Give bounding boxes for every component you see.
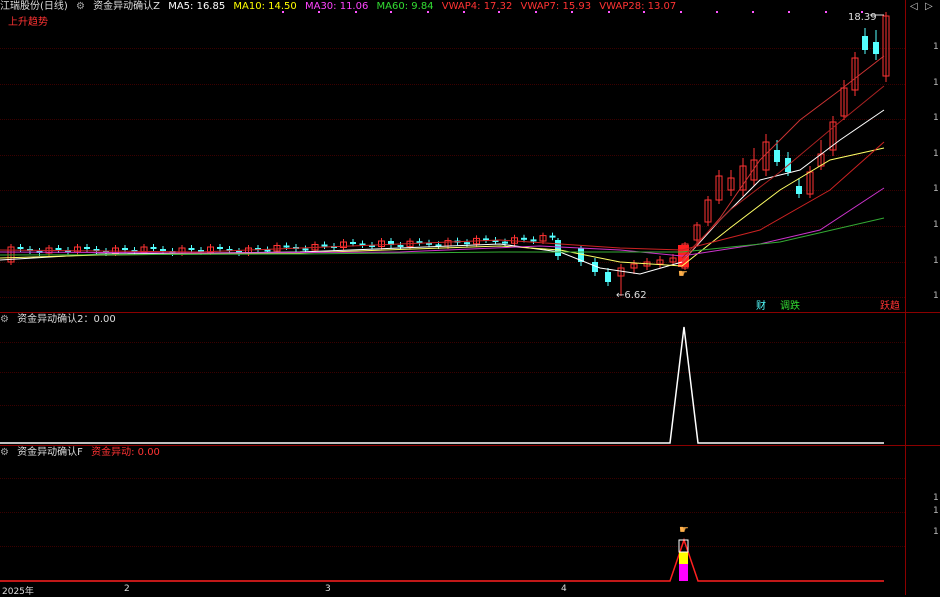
x-axis-label: 4 <box>561 584 567 594</box>
marker-dot <box>571 11 573 13</box>
marker-dot <box>463 11 465 13</box>
indicator-line <box>0 327 884 443</box>
candle-body <box>322 245 328 247</box>
candle-body <box>151 247 157 249</box>
ma60-line <box>0 218 884 255</box>
candle-body <box>550 236 556 238</box>
candle-body <box>774 150 780 162</box>
candle-body <box>555 240 561 256</box>
marker-dot <box>318 11 320 13</box>
x-axis-label: 2 <box>124 584 130 594</box>
candle-body <box>189 248 195 250</box>
signal-label: 财 <box>756 301 766 313</box>
marker-dot <box>752 11 754 13</box>
panel3-title[interactable]: 资金异动确认F <box>17 447 83 458</box>
signal-bar-yellow <box>679 552 688 564</box>
marker-dot <box>716 11 718 13</box>
marker-dot <box>427 11 429 13</box>
vwap7-line <box>682 86 884 258</box>
marker-dot <box>535 11 537 13</box>
candle-body <box>873 42 879 54</box>
candle-body <box>502 242 508 244</box>
vwap4-line <box>682 56 884 262</box>
candle-body <box>531 239 537 241</box>
marker-dot <box>608 11 610 13</box>
marker-dot <box>282 11 284 13</box>
panel3-value: 资金异动: 0.00 <box>91 447 160 458</box>
candle-body <box>217 247 223 249</box>
candle-body <box>350 242 356 244</box>
marker-dot <box>825 11 827 13</box>
candle-body <box>398 245 404 247</box>
hand-pointer-icon: ☛ <box>679 524 689 536</box>
price-axis: 1 1 1 1 1 1 1 1 1 1 1 <box>905 0 940 595</box>
marker-dot <box>643 11 645 13</box>
candle-body <box>464 242 470 244</box>
panel2-title[interactable]: 资金异动确认2：0.00 <box>17 314 116 325</box>
gear-icon[interactable]: ⚙ <box>0 314 9 325</box>
ma5-line <box>0 110 884 274</box>
vwap28-line <box>0 142 884 252</box>
candle-body <box>18 247 24 249</box>
candle-body <box>56 248 62 250</box>
signal-label: 跃趋 <box>880 301 900 313</box>
marker-dot <box>355 11 357 13</box>
panel2-header: ⚙ 资金异动确认2：0.00 <box>0 314 121 326</box>
signal-bar-magenta <box>679 564 688 581</box>
gear-icon[interactable]: ⚙ <box>0 447 9 458</box>
candlestick-chart[interactable] <box>0 0 905 312</box>
low-price-label: ←6.62 <box>616 290 652 302</box>
candle-body <box>84 247 90 249</box>
candle-body <box>284 246 290 248</box>
candle-body <box>521 238 527 240</box>
signal-label: 调跌 <box>780 301 800 313</box>
hand-pointer-icon: ☛ <box>678 268 688 280</box>
marker-dot <box>498 11 500 13</box>
panel-separator <box>0 445 940 446</box>
panel3-header: ⚙ 资金异动确认F 资金异动: 0.00 <box>0 447 165 459</box>
candle-body <box>122 248 128 250</box>
marker-dot <box>788 11 790 13</box>
marker-dot <box>680 11 682 13</box>
high-price-label: 18.39 <box>848 12 877 24</box>
ma30-line <box>0 188 884 256</box>
marker-dot <box>390 11 392 13</box>
candle-body <box>160 249 166 251</box>
candle-body <box>862 36 868 50</box>
candle-body <box>796 186 802 194</box>
x-axis-label: 3 <box>325 584 331 594</box>
candle-body <box>303 249 309 251</box>
candle-body <box>605 272 611 282</box>
x-axis-label: 2025年 <box>2 584 34 597</box>
